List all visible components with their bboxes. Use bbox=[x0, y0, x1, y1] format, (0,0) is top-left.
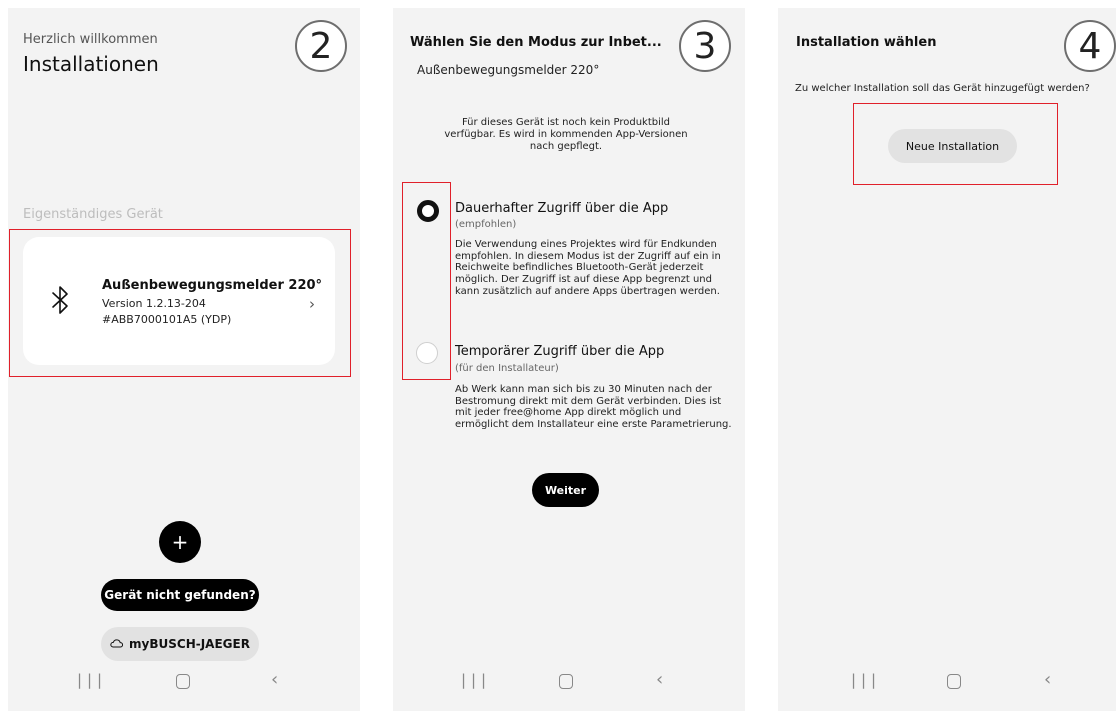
mybusch-jaeger-button[interactable]: myBUSCH-JAEGER bbox=[101, 627, 259, 661]
option-permanent-title[interactable]: Dauerhafter Zugriff über die App bbox=[455, 201, 668, 216]
cloud-icon bbox=[110, 637, 124, 651]
greeting-text: Herzlich willkommen bbox=[23, 32, 158, 47]
step-number-badge: 4 bbox=[1064, 20, 1116, 72]
system-nav-bar: ||| ‹ bbox=[393, 659, 745, 711]
device-subtitle: Außenbewegungsmelder 220° bbox=[417, 63, 600, 77]
option-permanent-hint: (empfohlen) bbox=[455, 219, 517, 230]
screen-mode-selection: Wählen Sie den Modus zur Inbet... Außenb… bbox=[393, 8, 745, 711]
device-not-found-button[interactable]: Gerät nicht gefunden? bbox=[101, 579, 259, 611]
back-icon[interactable]: ‹ bbox=[656, 669, 663, 690]
page-title: Installationen bbox=[23, 52, 159, 76]
page-title: Installation wählen bbox=[796, 35, 937, 50]
back-icon[interactable]: ‹ bbox=[1044, 669, 1051, 690]
mybusch-jaeger-label: myBUSCH-JAEGER bbox=[129, 637, 250, 651]
option-temporary-title[interactable]: Temporärer Zugriff über die App bbox=[455, 344, 664, 359]
screen-select-installation: Installation wählen 4 Zu welcher Install… bbox=[778, 8, 1116, 711]
system-nav-bar: ||| ‹ bbox=[778, 659, 1116, 711]
section-label: Eigenständiges Gerät bbox=[23, 207, 163, 222]
highlight-box bbox=[9, 229, 351, 377]
option-permanent-description: Die Verwendung eines Projektes wird für … bbox=[455, 239, 721, 297]
installation-question: Zu welcher Installation soll das Gerät h… bbox=[795, 83, 1090, 94]
recents-icon[interactable]: ||| bbox=[849, 671, 879, 689]
recents-icon[interactable]: ||| bbox=[75, 671, 105, 689]
no-image-notice: Für dieses Gerät ist noch kein Produktbi… bbox=[444, 117, 688, 152]
system-nav-bar: ||| ‹ bbox=[8, 659, 360, 711]
home-icon[interactable] bbox=[559, 674, 573, 689]
highlight-box bbox=[853, 103, 1058, 185]
highlight-box bbox=[402, 182, 451, 380]
home-icon[interactable] bbox=[947, 674, 961, 689]
add-device-button[interactable]: + bbox=[159, 521, 201, 563]
page-title: Wählen Sie den Modus zur Inbet... bbox=[410, 35, 662, 50]
back-icon[interactable]: ‹ bbox=[271, 669, 278, 690]
home-icon[interactable] bbox=[176, 674, 190, 689]
option-temporary-hint: (für den Installateur) bbox=[455, 363, 559, 374]
recents-icon[interactable]: ||| bbox=[459, 671, 489, 689]
screen-installations: Herzlich willkommen Installationen 2 Eig… bbox=[8, 8, 360, 711]
step-number-badge: 3 bbox=[679, 20, 731, 72]
step-number-badge: 2 bbox=[295, 20, 347, 72]
next-button[interactable]: Weiter bbox=[532, 473, 599, 507]
option-temporary-description: Ab Werk kann man sich bis zu 30 Minuten … bbox=[455, 384, 732, 431]
